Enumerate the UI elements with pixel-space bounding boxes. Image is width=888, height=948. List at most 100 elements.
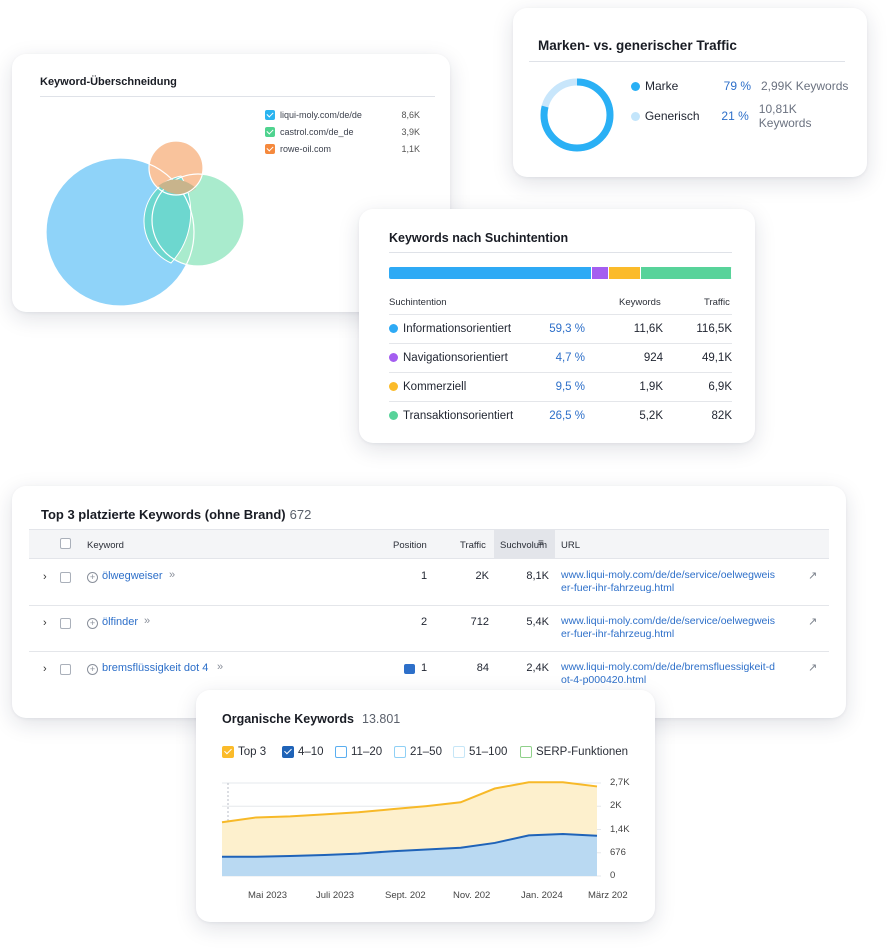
serp-image-icon — [404, 664, 415, 674]
keywords-header: Keywords — [619, 297, 661, 308]
top-keywords-title: Top 3 platzierte Keywords (ohne Brand) 67… — [41, 507, 311, 522]
url-line-2[interactable]: ot-4-p000420.html — [561, 674, 646, 686]
legend-domain: liqui-moly.com/de/de — [280, 110, 362, 120]
intent-pct[interactable]: 59,3 % — [537, 323, 585, 335]
brand-donut — [540, 78, 614, 152]
intent-keywords: 5,2K — [639, 409, 663, 422]
position-value: 1 — [421, 662, 428, 674]
volume-value: 5,4K — [526, 616, 549, 628]
divider — [40, 96, 435, 97]
url-line-1[interactable]: www.liqui-moly.com/de/de/service/oelwegw… — [561, 569, 775, 581]
url-column-header[interactable]: URL — [561, 540, 580, 551]
y-tick-label: 2K — [610, 800, 622, 812]
x-tick-label: Mai 2023 — [248, 890, 288, 901]
legend-checkbox[interactable] — [265, 144, 275, 154]
keyword-details-icon[interactable]: » — [144, 615, 150, 627]
table-row: › + ölwegweiser » 1 2K 8,1K www.liqui-mo… — [29, 560, 829, 606]
select-all-checkbox[interactable] — [60, 538, 71, 549]
brand-traffic-card: Marken- vs. generischer Traffic Marke 79… — [513, 8, 867, 177]
keyword-link[interactable]: ölfinder — [102, 616, 138, 628]
keyword-link[interactable]: ölwegweiser — [102, 570, 163, 582]
intent-row: Kommerziell 9,5 % 1,9K 6,9K — [389, 372, 732, 400]
intent-row: Informationsorientiert 59,3 % 11,6K 116,… — [389, 314, 732, 342]
intent-pct[interactable]: 26,5 % — [537, 410, 585, 422]
intent-traffic: 116,5K — [696, 322, 732, 335]
keyword-column-header[interactable]: Keyword — [87, 540, 124, 551]
url-line-2[interactable]: er-fuer-ihr-fahrzeug.html — [561, 628, 674, 640]
legend-domain: castrol.com/de_de — [280, 127, 354, 137]
intent-name: Kommerziell — [403, 380, 467, 393]
top-keywords-title-text: Top 3 platzierte Keywords (ohne Brand) — [41, 507, 286, 522]
intent-keywords: 924 — [643, 351, 663, 364]
add-keyword-icon[interactable]: + — [87, 664, 98, 675]
legend-value: 1,1K — [401, 144, 420, 154]
volume-value: 8,1K — [526, 570, 549, 582]
y-tick-label: 676 — [610, 846, 626, 858]
x-tick-label: März 202 — [588, 890, 628, 901]
legend-checkbox[interactable] — [265, 110, 275, 120]
venn-legend-item[interactable]: castrol.com/de_de 3,9K — [265, 127, 420, 137]
external-link-icon[interactable]: ↗ — [808, 569, 817, 582]
intent-dot — [389, 411, 398, 420]
intent-name: Transaktionsorientiert — [403, 409, 514, 422]
intent-pct[interactable]: 9,5 % — [537, 381, 585, 393]
intent-pct[interactable]: 4,7 % — [537, 352, 585, 364]
external-link-icon[interactable]: ↗ — [808, 661, 817, 674]
brand-keywords: 2,99K Keywords — [761, 79, 849, 93]
traffic-value: 2K — [475, 570, 489, 582]
row-checkbox[interactable] — [60, 664, 71, 675]
y-tick-label: 1,4K — [610, 823, 630, 835]
url-link[interactable]: www.liqui-moly.com/de/de/bremsfluessigke… — [561, 661, 801, 687]
url-line-1[interactable]: www.liqui-moly.com/de/de/bremsfluessigke… — [561, 661, 775, 673]
intent-row: Navigationsorientiert 4,7 % 924 49,1K — [389, 343, 732, 371]
sort-icon[interactable]: ≡ — [538, 538, 544, 549]
top-keywords-card: Top 3 platzierte Keywords (ohne Brand) 67… — [12, 486, 846, 718]
intent-keywords: 1,9K — [639, 380, 663, 393]
expand-chevron-icon[interactable]: › — [43, 617, 47, 629]
intent-bar-segment — [592, 267, 609, 279]
table-header: Keyword Position Traffic Suchvolum ≡ URL — [29, 529, 829, 559]
search-intent-title: Keywords nach Suchintention — [389, 231, 569, 245]
brand-traffic-title: Marken- vs. generischer Traffic — [538, 38, 737, 53]
expand-chevron-icon[interactable]: › — [43, 663, 47, 675]
divider — [389, 252, 732, 253]
venn-legend-item[interactable]: liqui-moly.com/de/de 8,6K — [265, 110, 420, 120]
position-column-header[interactable]: Position — [393, 540, 427, 551]
url-link[interactable]: www.liqui-moly.com/de/de/service/oelwegw… — [561, 569, 801, 595]
divider — [529, 61, 845, 62]
venn-legend-item[interactable]: rowe-oil.com 1,1K — [265, 144, 420, 154]
url-link[interactable]: www.liqui-moly.com/de/de/service/oelwegw… — [561, 615, 801, 641]
intent-traffic: 82K — [711, 409, 732, 422]
brand-pct: 79 % — [723, 79, 751, 93]
intent-header: Suchintention — [389, 297, 447, 308]
expand-chevron-icon[interactable]: › — [43, 571, 47, 583]
search-intent-card: Keywords nach Suchintention Suchintentio… — [359, 209, 755, 443]
keyword-details-icon[interactable]: » — [169, 569, 175, 581]
add-keyword-icon[interactable]: + — [87, 572, 98, 583]
intent-bar-segment — [389, 267, 593, 279]
row-checkbox[interactable] — [60, 572, 71, 583]
add-keyword-icon[interactable]: + — [87, 618, 98, 629]
legend-checkbox[interactable] — [265, 127, 275, 137]
y-tick-label: 2,7K — [610, 777, 630, 788]
keyword-link[interactable]: bremsflüssigkeit dot 4 — [102, 662, 208, 674]
traffic-value: 84 — [476, 662, 489, 674]
brand-row-marke: Marke 79 % 2,99K Keywords — [631, 79, 851, 93]
url-line-1[interactable]: www.liqui-moly.com/de/de/service/oelwegw… — [561, 615, 775, 627]
traffic-column-header[interactable]: Traffic — [460, 540, 486, 551]
legend-value: 3,9K — [401, 127, 420, 137]
volume-value: 2,4K — [526, 662, 549, 674]
keyword-details-icon[interactable]: » — [217, 661, 223, 673]
intent-row: Transaktionsorientiert 26,5 % 5,2K 82K — [389, 401, 732, 429]
row-checkbox[interactable] — [60, 618, 71, 629]
top-keywords-count: 672 — [289, 507, 312, 522]
intent-dot — [389, 324, 398, 333]
external-link-icon[interactable]: ↗ — [808, 615, 817, 628]
organic-keywords-chart — [221, 781, 601, 877]
position-value: 2 — [421, 616, 428, 628]
intent-name: Informationsorientiert — [403, 322, 512, 335]
x-tick-label: Jan. 2024 — [521, 890, 563, 901]
url-line-2[interactable]: er-fuer-ihr-fahrzeug.html — [561, 582, 674, 594]
keyword-overlap-title: Keyword-Überschneidung — [40, 76, 177, 88]
brand-keywords: 10,81K Keywords — [758, 102, 812, 130]
